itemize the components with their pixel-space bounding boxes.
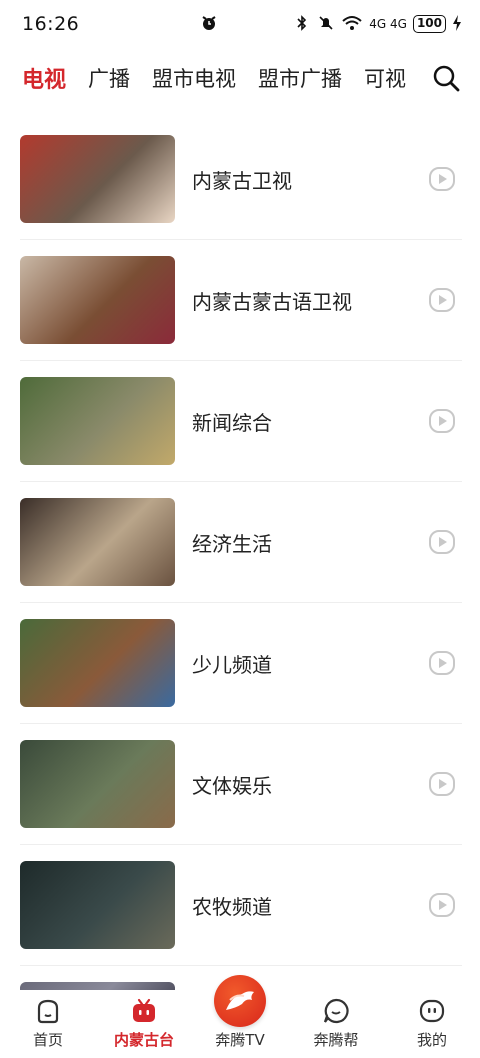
- tv-icon: [133, 998, 155, 1022]
- nav-item-3[interactable]: 奔腾帮: [296, 997, 376, 1050]
- channel-name: 新闻综合: [192, 410, 272, 435]
- profile-face-icon: [419, 999, 445, 1023]
- play-icon[interactable]: [428, 770, 456, 798]
- play-icon[interactable]: [428, 891, 456, 919]
- channel-thumbnail: [20, 740, 175, 828]
- nav-item-2[interactable]: 奔腾TV: [200, 975, 280, 1050]
- channel-list: 内蒙古卫视内蒙古蒙古语卫视 新闻综合经济生活少儿频道文体娱乐农牧频道: [20, 119, 462, 1026]
- channel-row[interactable]: 少儿频道: [20, 603, 462, 724]
- channel-thumbnail: [20, 498, 175, 586]
- play-icon[interactable]: [428, 528, 456, 556]
- bottom-navigation: 首页 内蒙古台 奔腾TV 奔腾帮 我的: [0, 975, 480, 1058]
- tab-3[interactable]: 盟市广播: [258, 63, 342, 93]
- tab-2[interactable]: 盟市电视: [152, 63, 236, 93]
- search-icon: [433, 65, 460, 92]
- channel-name: 经济生活: [192, 531, 272, 556]
- alarm-icon: [200, 14, 218, 37]
- bluetooth-icon: [293, 14, 311, 35]
- charging-icon: [452, 14, 462, 34]
- channel-name: 文体娱乐: [192, 773, 272, 798]
- wifi-icon: [341, 14, 363, 35]
- tab-0[interactable]: 电视: [22, 62, 66, 94]
- channel-thumbnail: [20, 861, 175, 949]
- channel-thumbnail: [20, 377, 175, 465]
- home-icon: [37, 999, 59, 1024]
- channel-thumbnail: [20, 256, 175, 344]
- status-icons: 4G 4G 100: [293, 14, 462, 35]
- nav-item-0[interactable]: 首页: [8, 997, 88, 1050]
- channel-row[interactable]: 内蒙古卫视: [20, 119, 462, 240]
- nav-label: 奔腾TV: [215, 1031, 265, 1049]
- chat-bubble-icon: [323, 998, 349, 1024]
- channel-name: 内蒙古卫视: [192, 168, 292, 193]
- nav-label: 我的: [416, 1031, 447, 1049]
- channel-category-tabs: 电视 广播 盟市电视 盟市广播 可视: [0, 52, 480, 104]
- nav-label: 首页: [32, 1031, 63, 1049]
- status-bar: 16:26 4G 4G 100: [0, 0, 480, 48]
- horse-logo-icon: [214, 975, 266, 1027]
- nav-label: 内蒙古台: [113, 1031, 174, 1049]
- play-icon[interactable]: [428, 165, 456, 193]
- channel-row[interactable]: 农牧频道: [20, 845, 462, 966]
- status-time: 16:26: [22, 13, 80, 35]
- nav-item-4[interactable]: 我的: [392, 997, 472, 1050]
- play-icon[interactable]: [428, 649, 456, 677]
- mute-icon: [317, 14, 335, 35]
- search-button[interactable]: [432, 64, 460, 92]
- play-icon[interactable]: [428, 286, 456, 314]
- battery-level: 100: [412, 15, 446, 33]
- channel-name: 少儿频道: [192, 652, 272, 677]
- channel-row[interactable]: 经济生活: [20, 482, 462, 603]
- play-icon[interactable]: [428, 407, 456, 435]
- nav-label: 奔腾帮: [313, 1031, 359, 1049]
- channel-thumbnail: [20, 619, 175, 707]
- tab-1[interactable]: 广播: [88, 63, 130, 93]
- channel-name: 农牧频道: [192, 894, 272, 919]
- tab-strip: 电视 广播 盟市电视 盟市广播 可视: [0, 62, 410, 94]
- channel-row[interactable]: 新闻综合: [20, 361, 462, 482]
- network-indicator: 4G 4G: [369, 17, 407, 31]
- tab-4[interactable]: 可视: [364, 63, 406, 93]
- channel-row[interactable]: 内蒙古蒙古语卫视: [20, 240, 462, 361]
- nav-item-1[interactable]: 内蒙古台: [104, 997, 184, 1050]
- channel-name: 内蒙古蒙古语卫视: [192, 289, 352, 314]
- channel-row[interactable]: 文体娱乐: [20, 724, 462, 845]
- channel-thumbnail: [20, 135, 175, 223]
